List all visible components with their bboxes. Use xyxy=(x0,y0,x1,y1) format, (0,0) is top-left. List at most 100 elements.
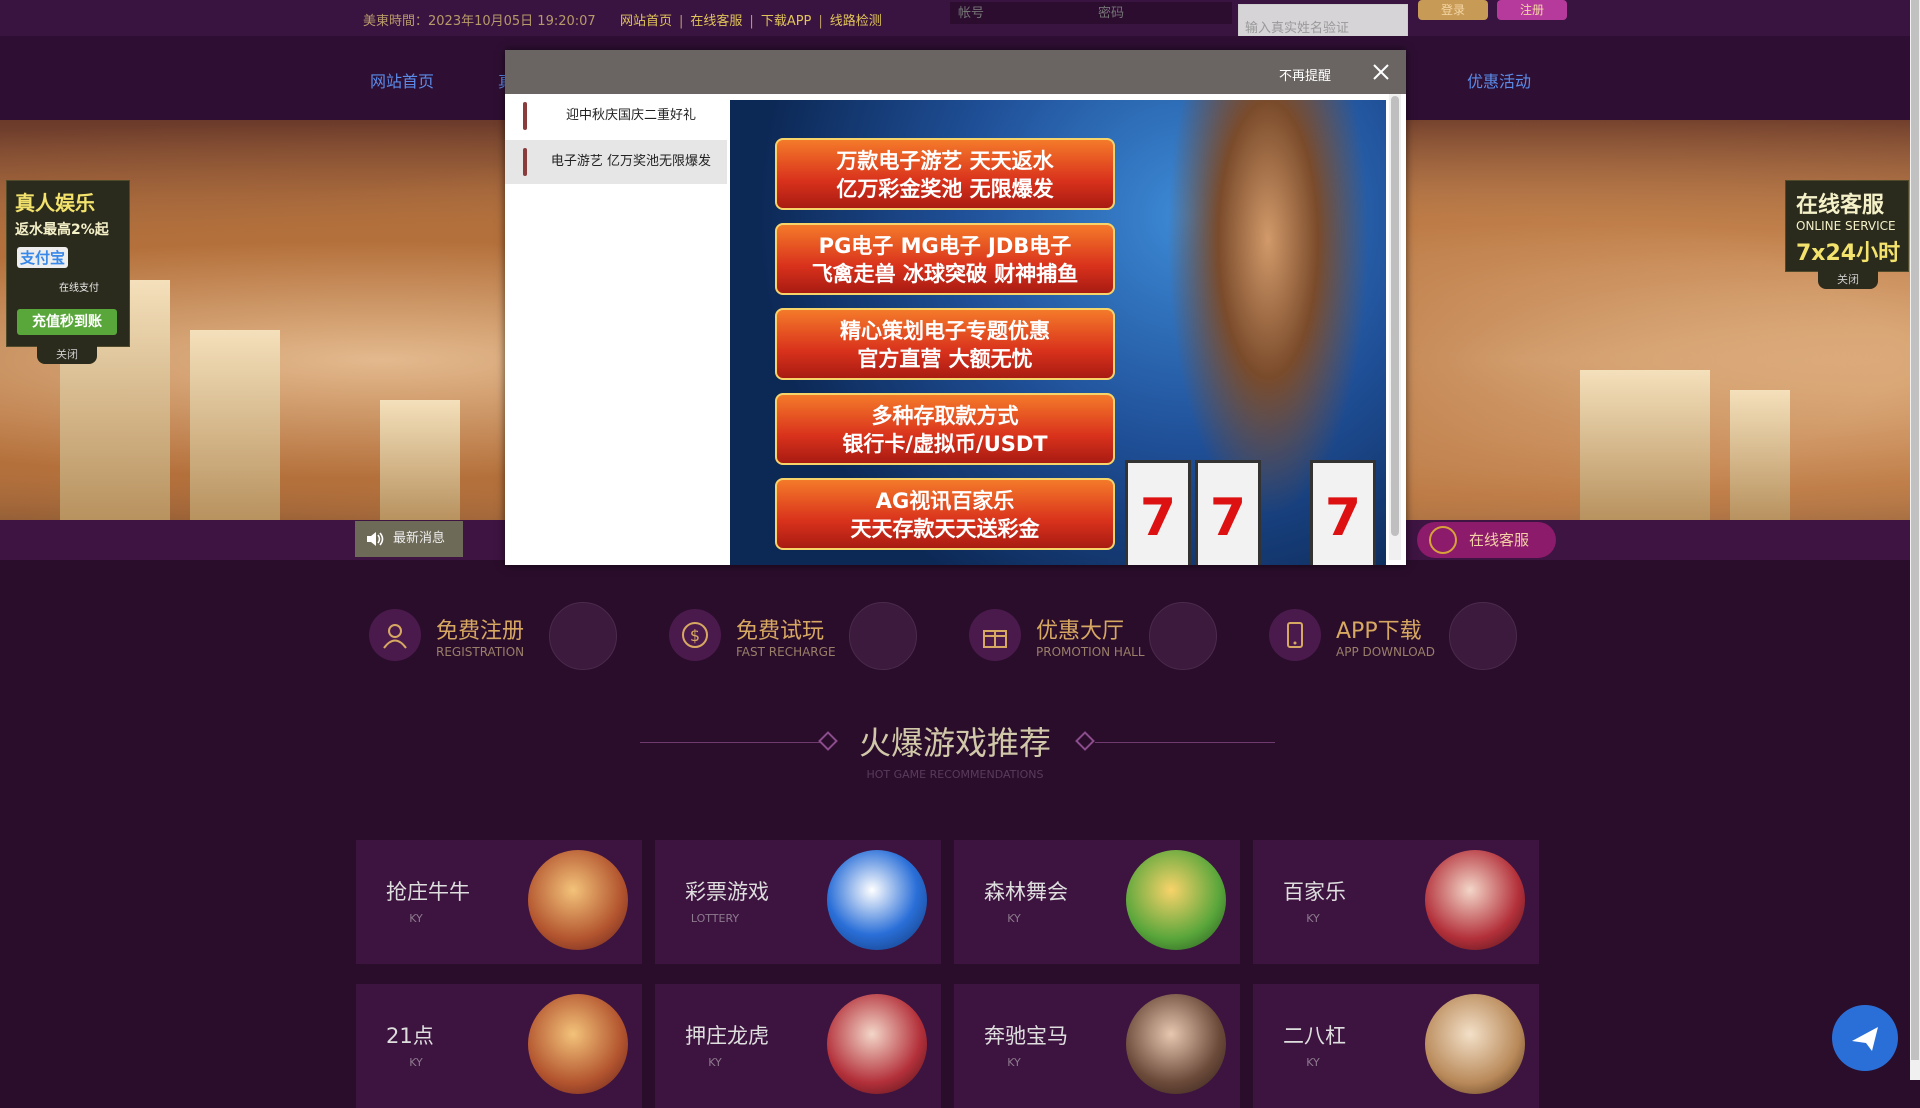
game-name: 押庄龙虎 xyxy=(685,1024,769,1048)
top-link-service[interactable]: 在线客服 xyxy=(690,14,742,29)
modal-tab-label: 迎中秋庆国庆二重好礼 xyxy=(565,108,696,123)
nav-item-home[interactable]: 网站首页 xyxy=(370,68,434,92)
promo-ribbon: AG视讯百家乐 天天存款天天送彩金 xyxy=(775,478,1115,550)
quick-link-sub: APP DOWNLOAD xyxy=(1336,645,1435,659)
game-provider: KY xyxy=(1306,1056,1320,1069)
game-art-icon xyxy=(1425,994,1525,1094)
game-card[interactable]: 森林舞会 KY xyxy=(954,840,1240,964)
ribbon-line: 银行卡/虚拟币/USDT xyxy=(842,432,1048,456)
game-name: 21点 xyxy=(386,1024,434,1048)
promo-ribbon: 多种存取款方式 银行卡/虚拟币/USDT xyxy=(775,393,1115,465)
promo-modal: 不再提醒 迎中秋庆国庆二重好礼 电子游艺 亿万奖池无限爆发 万款电子游艺 天天返… xyxy=(505,50,1406,565)
promo-ribbon: PG电子 MG电子 JDB电子 飞禽走兽 冰球突破 财神捕鱼 xyxy=(775,223,1115,295)
soccer-ball-icon xyxy=(1449,602,1517,670)
quick-link-title: 优惠大厅 xyxy=(1036,619,1125,644)
game-name: 彩票游戏 xyxy=(685,880,769,904)
game-name: 抢庄牛牛 xyxy=(386,880,470,904)
game-card[interactable]: 二八杠 KY xyxy=(1253,984,1539,1108)
game-card[interactable]: 百家乐 KY xyxy=(1253,840,1539,964)
left-float-rebate: 返水最高2%起 xyxy=(15,222,109,238)
server-time: 美東時間：2023年10月05日 19:20:07 xyxy=(363,14,596,29)
page-scrollbar[interactable] xyxy=(1910,0,1920,1080)
game-name: 奔驰宝马 xyxy=(984,1024,1068,1048)
ribbon-line: AG视讯百家乐 xyxy=(875,489,1015,513)
modal-header: 不再提醒 xyxy=(505,50,1406,94)
ribbon-line: 万款电子游艺 天天返水 xyxy=(836,149,1054,173)
modal-scrollbar-thumb[interactable] xyxy=(1391,96,1399,536)
quick-link-sub: REGISTRATION xyxy=(436,645,525,659)
promo-ribbon: 万款电子游艺 天天返水 亿万彩金奖池 无限爆发 xyxy=(775,138,1115,210)
airplane-icon xyxy=(1852,1027,1878,1051)
ribbon-line: PG电子 MG电子 JDB电子 xyxy=(818,234,1072,258)
quick-icon-circle xyxy=(969,609,1021,661)
game-name: 森林舞会 xyxy=(984,880,1068,904)
game-provider: KY xyxy=(1007,912,1021,925)
gift-icon xyxy=(983,630,1007,648)
online-service-label: 在线客服 xyxy=(1469,531,1530,549)
game-provider: KY xyxy=(708,1056,722,1069)
top-links: 网站首页 | 在线客服 | 下载APP | 线路检测 xyxy=(620,10,882,29)
game-card[interactable]: 抢庄牛牛 KY xyxy=(356,840,642,964)
game-art-icon xyxy=(1126,850,1226,950)
modal-scrollbar[interactable] xyxy=(1389,94,1401,560)
account-input[interactable] xyxy=(950,2,1092,24)
promo-image: 万款电子游艺 天天返水 亿万彩金奖池 无限爆发 PG电子 MG电子 JDB电子 … xyxy=(730,100,1386,565)
no-remind-button[interactable]: 不再提醒 xyxy=(1279,65,1331,84)
user-icon xyxy=(383,624,407,649)
banner-building xyxy=(1730,390,1790,520)
quick-link-sub: FAST RECHARGE xyxy=(736,645,836,659)
top-link-download[interactable]: 下载APP xyxy=(761,14,812,29)
left-float-online-pay: 在线支付 xyxy=(59,283,99,294)
modal-tab-active[interactable]: 电子游艺 亿万奖池无限爆发 xyxy=(505,140,727,184)
promo-ribbon: 精心策划电子专题优惠 官方直营 大额无忧 xyxy=(775,308,1115,380)
separator: | xyxy=(818,14,823,29)
quick-link-title: APP下载 xyxy=(1336,619,1422,644)
quick-link-title: 免费注册 xyxy=(436,619,525,644)
game-art-icon xyxy=(827,994,927,1094)
game-card[interactable]: 押庄龙虎 KY xyxy=(655,984,941,1108)
separator: | xyxy=(679,14,684,29)
slot-reel: 7 xyxy=(1125,460,1191,565)
phone-icon xyxy=(1287,622,1303,648)
password-input[interactable] xyxy=(1090,2,1232,24)
game-card[interactable]: 奔驰宝马 KY xyxy=(954,984,1240,1108)
game-name: 百家乐 xyxy=(1283,880,1346,904)
back-to-top-icon[interactable] xyxy=(1832,1005,1898,1071)
quick-icon-circle xyxy=(369,609,421,661)
game-provider: KY xyxy=(409,1056,423,1069)
separator: | xyxy=(749,14,754,29)
right-float-sub: ONLINE SERVICE xyxy=(1796,219,1896,233)
close-icon[interactable] xyxy=(1371,62,1391,82)
game-provider: KY xyxy=(409,912,423,925)
top-link-line-check[interactable]: 线路检测 xyxy=(830,14,882,29)
right-float-service[interactable]: 在线客服 ONLINE SERVICE 7x24小时 关闭 xyxy=(1785,180,1909,289)
quick-icon-circle xyxy=(1269,609,1321,661)
speaker-icon xyxy=(367,532,384,546)
svg-text:$: $ xyxy=(690,626,700,645)
left-float-instant: 充值秒到账 xyxy=(17,309,117,335)
left-float-title: 真人娱乐 xyxy=(15,191,95,215)
register-button[interactable]: 注册 xyxy=(1497,0,1567,20)
banner-building xyxy=(380,400,460,520)
ribbon-line: 官方直营 大额无忧 xyxy=(857,347,1033,371)
online-service-button[interactable]: 在线客服 xyxy=(1417,522,1556,558)
news-label-text: 最新消息 xyxy=(393,531,446,546)
page-scrollbar-thumb[interactable] xyxy=(1911,0,1919,1060)
modal-tab[interactable]: 迎中秋庆国庆二重好礼 xyxy=(505,94,727,138)
right-float-close-button[interactable]: 关闭 xyxy=(1818,271,1878,289)
ribbon-line: 天天存款天天送彩金 xyxy=(850,517,1040,541)
left-float-ad[interactable]: 真人娱乐 返水最高2%起 支付宝 在线支付 充值秒到账 关闭 xyxy=(6,180,130,364)
nav-item-promotions[interactable]: 优惠活动 xyxy=(1467,68,1531,92)
login-button[interactable]: 登录 xyxy=(1418,0,1488,20)
banner-building xyxy=(190,330,280,520)
game-card[interactable]: 21点 KY xyxy=(356,984,642,1108)
top-bar: 美東時間：2023年10月05日 19:20:07 网站首页 | 在线客服 | 下载AP… xyxy=(0,0,1920,44)
game-card[interactable]: 彩票游戏 LOTTERY xyxy=(655,840,941,964)
dollar-icon: $ xyxy=(682,622,708,648)
quick-icon-circle: $ xyxy=(669,609,721,661)
right-float-title: 在线客服 xyxy=(1796,193,1885,218)
quick-link-sub: PROMOTION HALL xyxy=(1036,645,1145,659)
left-float-close-button[interactable]: 关闭 xyxy=(37,346,97,364)
top-link-home[interactable]: 网站首页 xyxy=(620,14,672,29)
soccer-ball-icon xyxy=(1149,602,1217,670)
